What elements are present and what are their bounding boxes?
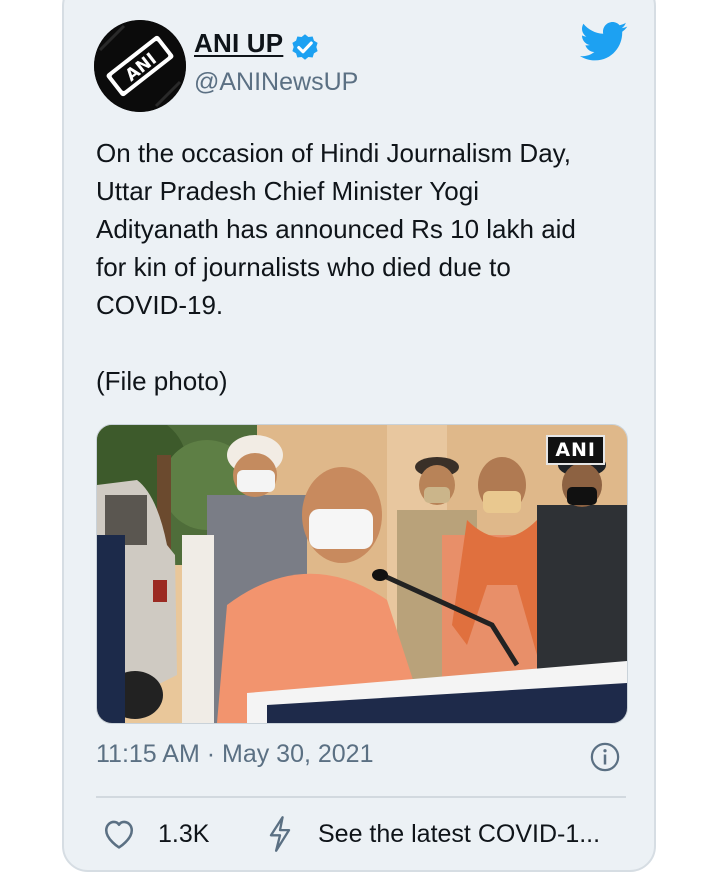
twitter-bird-icon[interactable]: [580, 22, 628, 62]
user-handle[interactable]: @ANINewsUP: [194, 68, 358, 97]
tweet-photo[interactable]: ANI: [96, 424, 628, 724]
covid-info-link[interactable]: See the latest COVID-1...: [318, 820, 600, 849]
action-bar: 1.3K See the latest COVID-1...: [96, 816, 636, 856]
ani-logo-icon: ANI: [94, 20, 186, 112]
photo-watermark: ANI: [546, 435, 605, 465]
display-name[interactable]: ANI UP: [194, 28, 283, 59]
file-photo-note: (File photo): [96, 366, 228, 396]
like-count[interactable]: 1.3K: [158, 820, 209, 849]
heart-icon[interactable]: [102, 818, 136, 850]
tweet-card[interactable]: ANI ANI UP @ANINewsUP On the occasion of…: [62, 0, 656, 872]
avatar[interactable]: ANI: [94, 20, 186, 112]
tweet-text: On the occasion of Hindi Journalism Day,…: [96, 138, 576, 320]
verified-badge-icon: [292, 34, 318, 60]
lightning-bolt-icon[interactable]: [264, 816, 296, 852]
screenshot-page: ANI ANI UP @ANINewsUP On the occasion of…: [0, 0, 720, 875]
info-icon[interactable]: [590, 742, 620, 772]
divider: [96, 796, 626, 798]
photo-scene: [97, 425, 627, 723]
tweet-timestamp[interactable]: 11:15 AM · May 30, 2021: [96, 740, 373, 769]
